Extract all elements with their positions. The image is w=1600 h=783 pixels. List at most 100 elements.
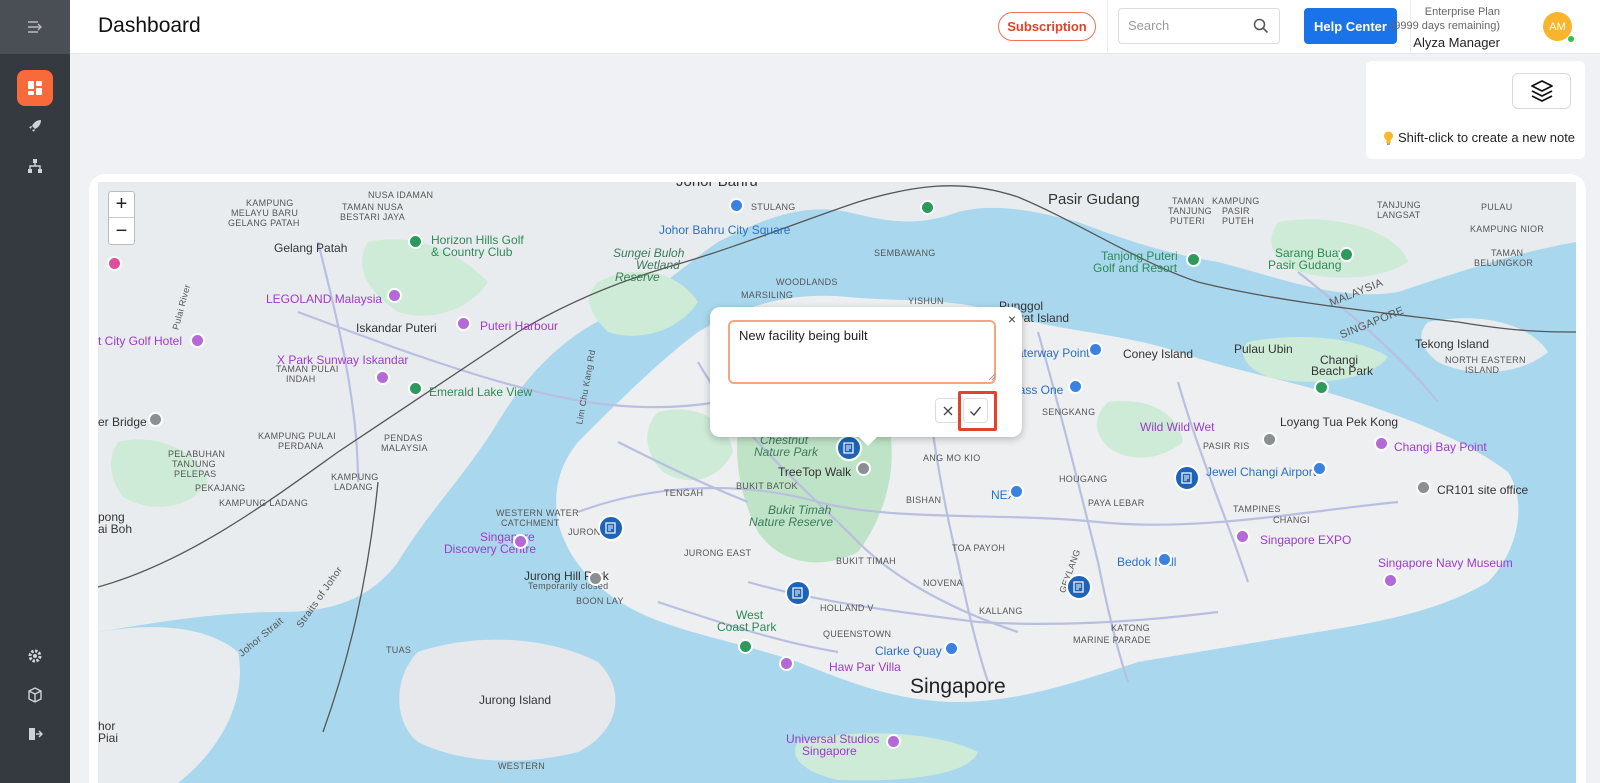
map-label: & Country Club bbox=[431, 245, 513, 259]
map-label: KAMPUNG PULAI bbox=[258, 431, 336, 441]
map-label: SEMBAWANG bbox=[874, 248, 936, 258]
zoom-out-button[interactable]: − bbox=[109, 218, 134, 244]
note-marker[interactable] bbox=[1174, 465, 1200, 491]
poi-marker[interactable] bbox=[856, 461, 871, 476]
map-label: PUTERI bbox=[1170, 216, 1205, 226]
page-title: Dashboard bbox=[98, 14, 201, 37]
map-label: PAYA LEBAR bbox=[1088, 498, 1145, 508]
poi-marker[interactable] bbox=[1339, 247, 1354, 262]
plan-name: Enterprise Plan bbox=[1424, 6, 1500, 18]
search-input[interactable] bbox=[1128, 18, 1248, 33]
sidebar bbox=[0, 0, 70, 783]
search-box bbox=[1118, 8, 1280, 44]
map[interactable]: + − Johor Bahru Pasir Gudang Gelang Pata… bbox=[98, 182, 1576, 783]
map-label: TANJUNG bbox=[1377, 200, 1421, 210]
map-label: CATCHMENT bbox=[501, 518, 560, 528]
map-label: er Bridge bbox=[98, 415, 147, 429]
map-label: MARSILING bbox=[741, 290, 794, 300]
plan-remaining: (9999 days remaining) bbox=[1390, 20, 1500, 32]
poi-marker[interactable] bbox=[886, 734, 901, 749]
note-textarea[interactable] bbox=[728, 320, 996, 384]
map-label: JURONG EAST bbox=[684, 548, 752, 558]
map-label: Loyang Tua Pek Kong bbox=[1280, 415, 1399, 429]
map-label: NOVENA bbox=[923, 578, 963, 588]
map-label: Iskandar Puteri bbox=[356, 321, 437, 335]
note-marker[interactable] bbox=[785, 580, 811, 606]
cancel-note-button[interactable] bbox=[935, 398, 960, 423]
poi-marker[interactable] bbox=[588, 571, 603, 586]
poi-marker[interactable] bbox=[1009, 484, 1024, 499]
subscription-button[interactable]: Subscription bbox=[998, 12, 1096, 41]
lightbulb-icon bbox=[1384, 131, 1393, 145]
map-label: ANG MO KIO bbox=[923, 453, 981, 463]
map-label: MARINE PARADE bbox=[1073, 635, 1151, 645]
poi-marker[interactable] bbox=[1314, 380, 1329, 395]
poi-marker[interactable] bbox=[1186, 252, 1201, 267]
map-label: TOA PAYOH bbox=[952, 543, 1006, 553]
poi-marker[interactable] bbox=[920, 200, 935, 215]
poi-marker[interactable] bbox=[1374, 436, 1389, 451]
map-label: BELUNGKOR bbox=[1474, 258, 1534, 268]
search-icon[interactable] bbox=[1253, 18, 1269, 39]
poi-marker[interactable] bbox=[375, 370, 390, 385]
poi-marker[interactable] bbox=[1088, 342, 1103, 357]
map-label: PULAU bbox=[1481, 202, 1513, 212]
poi-marker[interactable] bbox=[779, 656, 794, 671]
poi-marker[interactable] bbox=[1312, 461, 1327, 476]
poi-marker[interactable] bbox=[1262, 432, 1277, 447]
poi-marker[interactable] bbox=[738, 639, 753, 654]
map-label: Beach Park bbox=[1311, 364, 1374, 378]
poi-marker[interactable] bbox=[456, 316, 471, 331]
poi-marker[interactable] bbox=[944, 641, 959, 656]
poi-marker[interactable] bbox=[1157, 552, 1172, 567]
close-icon[interactable]: × bbox=[1008, 311, 1016, 327]
map-label: Nature Park bbox=[754, 445, 819, 459]
user-name[interactable]: Alyza Manager bbox=[1391, 34, 1500, 51]
poi-marker[interactable] bbox=[107, 256, 122, 271]
sidebar-item-hierarchy[interactable] bbox=[17, 148, 53, 184]
resize-handle-icon[interactable] bbox=[988, 373, 996, 381]
map-label: SENGKANG bbox=[1042, 407, 1096, 417]
poi-marker[interactable] bbox=[408, 381, 423, 396]
note-icon bbox=[792, 587, 803, 599]
layers-button[interactable] bbox=[1512, 73, 1571, 109]
map-label: WESTERN bbox=[498, 761, 546, 771]
map-label: NORTH EASTERN bbox=[1445, 355, 1526, 365]
help-center-button[interactable]: Help Center bbox=[1304, 8, 1397, 44]
sidebar-item-packages[interactable] bbox=[17, 677, 53, 713]
note-marker[interactable] bbox=[1066, 574, 1092, 600]
poi-marker[interactable] bbox=[1383, 573, 1398, 588]
map-label: PASIR bbox=[1222, 206, 1250, 216]
map-label: QUEENSTOWN bbox=[823, 629, 892, 639]
poi-marker[interactable] bbox=[387, 288, 402, 303]
sidebar-item-logout[interactable] bbox=[17, 716, 53, 752]
poi-marker[interactable] bbox=[148, 412, 163, 427]
poi-marker[interactable] bbox=[1235, 529, 1250, 544]
map-label: PENDAS bbox=[384, 433, 423, 443]
sidebar-item-dashboard[interactable] bbox=[17, 70, 53, 106]
map-label: Emerald Lake View bbox=[429, 385, 533, 399]
note-icon bbox=[843, 442, 854, 454]
sidebar-item-settings[interactable] bbox=[17, 638, 53, 674]
poi-marker[interactable] bbox=[1068, 379, 1083, 394]
poi-marker[interactable] bbox=[408, 234, 423, 249]
map-label: TAMAN bbox=[1491, 248, 1524, 258]
map-label: PASIR RIS bbox=[1203, 441, 1250, 451]
poi-marker[interactable] bbox=[513, 534, 528, 549]
map-label: ISLAND bbox=[1465, 365, 1500, 375]
map-label: Singapore EXPO bbox=[1260, 533, 1352, 547]
map-label: STULANG bbox=[751, 202, 796, 212]
sidebar-item-deploy[interactable] bbox=[17, 108, 53, 144]
map-label: Jurong Island bbox=[479, 693, 552, 707]
map-label: TAMAN bbox=[1172, 196, 1205, 206]
map-label: Haw Par Villa bbox=[829, 660, 901, 674]
note-marker[interactable] bbox=[598, 515, 624, 541]
map-label: Puteri Harbour bbox=[480, 319, 559, 333]
map-label: Pulau Ubin bbox=[1234, 342, 1293, 356]
poi-marker[interactable] bbox=[190, 333, 205, 348]
poi-marker[interactable] bbox=[729, 198, 744, 213]
zoom-in-button[interactable]: + bbox=[109, 192, 134, 218]
sidebar-toggle-button[interactable] bbox=[0, 0, 70, 54]
poi-marker[interactable] bbox=[1416, 480, 1431, 495]
online-status-dot bbox=[1567, 35, 1575, 43]
